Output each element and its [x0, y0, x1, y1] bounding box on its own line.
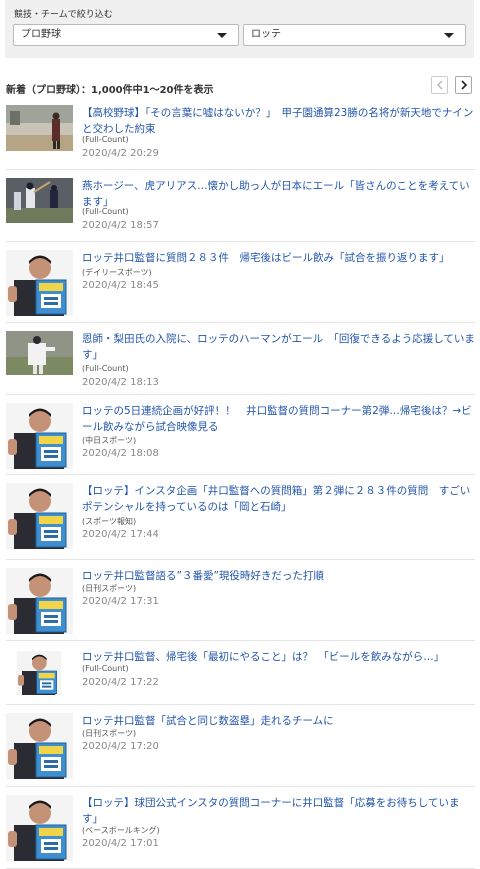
news-item[interactable]: 【ロッテ】インスタ企画「井口監督への質問箱」第２弾に２８３件の質問 すごいポテン… — [6, 475, 475, 560]
news-thumbnail[interactable] — [6, 483, 73, 549]
news-thumbnail[interactable] — [6, 795, 73, 861]
news-date: 2020/4/2 18:57 — [82, 220, 159, 231]
filter-title: 競技・チームで絞り込む — [14, 10, 113, 20]
news-thumbnail[interactable] — [6, 178, 73, 223]
news-item[interactable]: 燕ホージー、虎アリアス…懐かし助っ人が日本にエール「皆さんのことを考えています」… — [6, 170, 475, 242]
news-thumbnail[interactable] — [6, 403, 73, 469]
news-headline-link[interactable]: ロッテ井口監督に質問２８３件 帰宅後はビール飲み「試合を振り返ります」 — [82, 250, 475, 266]
news-source: (スポーツ報知) — [82, 517, 137, 526]
news-item[interactable]: ロッテ井口監督語る”３番愛”現役時好きだった打順 (日刊スポーツ) 2020/4/2… — [6, 560, 475, 641]
news-date: 2020/4/2 17:01 — [82, 838, 159, 849]
news-date: 2020/4/2 18:08 — [82, 448, 159, 459]
news-source: (Full-Count) — [82, 207, 129, 216]
news-item[interactable]: ロッテの5日連続企画が好評！！ 井口監督の質問コーナー第2弾…帰宅後は？→ビール… — [6, 395, 475, 475]
news-headline-link[interactable]: 恩師・梨田氏の入院に、ロッテのハーマンがエール 「回復できるよう応援しています」 — [82, 331, 475, 363]
prev-page-button[interactable] — [431, 76, 448, 94]
next-page-button[interactable] — [455, 76, 472, 94]
news-source: (日刊スポーツ) — [82, 584, 137, 593]
news-date: 2020/4/2 17:44 — [82, 529, 159, 540]
news-headline-link[interactable]: 【ロッテ】球団公式インスタの質問コーナーに井口監督「応募をお待ちしています」 — [82, 795, 475, 827]
news-item[interactable]: 【高校野球】「その言葉に嘘はないか？」 甲子園通算23勝の名将が新天地でナインと… — [6, 97, 475, 170]
sport-select[interactable]: プロ野球 — [13, 24, 239, 46]
filter-panel: 競技・チームで絞り込む プロ野球 ロッテ — [5, 0, 474, 58]
chevron-right-icon — [460, 80, 467, 90]
news-date: 2020/4/2 20:29 — [82, 148, 159, 159]
news-thumbnail[interactable] — [6, 250, 73, 316]
news-source: (デイリースポーツ) — [82, 268, 152, 277]
news-headline-link[interactable]: ロッテ井口監督「試合と同じ数盗塁」走れるチームに — [82, 713, 475, 729]
news-source: (日刊スポーツ) — [82, 729, 137, 738]
news-item[interactable]: ロッテ井口監督「試合と同じ数盗塁」走れるチームに (日刊スポーツ) 2020/4/2… — [6, 705, 475, 787]
news-source: (中日スポーツ) — [82, 436, 137, 445]
caret-down-icon — [444, 33, 454, 38]
news-thumbnail[interactable] — [6, 331, 73, 375]
news-source: (Full-Count) — [82, 664, 129, 673]
news-headline-link[interactable]: ロッテ井口監督語る”３番愛”現役時好きだった打順 — [82, 568, 475, 584]
news-date: 2020/4/2 18:45 — [82, 280, 159, 291]
news-date: 2020/4/2 17:22 — [82, 677, 159, 688]
news-headline-link[interactable]: 【高校野球】「その言葉に嘘はないか？」 甲子園通算23勝の名将が新天地でナインと… — [82, 105, 475, 137]
news-thumbnail[interactable] — [6, 105, 73, 151]
team-select[interactable]: ロッテ — [243, 24, 466, 46]
news-source: (Full-Count) — [82, 135, 129, 144]
news-item[interactable]: ロッテ井口監督、帰宅後「最初にやること」は？ 「ビールを飲みながら…」 (Full… — [6, 641, 475, 705]
news-headline-link[interactable]: 燕ホージー、虎アリアス…懐かし助っ人が日本にエール「皆さんのことを考えています」 — [82, 178, 475, 210]
news-headline-link[interactable]: ロッテ井口監督、帰宅後「最初にやること」は？ 「ビールを飲みながら…」 — [82, 649, 475, 665]
news-thumbnail[interactable] — [16, 651, 62, 695]
results-summary: 新着（プロ野球）：1,000件中1～20件を表示 — [6, 85, 214, 96]
news-headline-link[interactable]: ロッテの5日連続企画が好評！！ 井口監督の質問コーナー第2弾…帰宅後は？→ビール… — [82, 403, 475, 435]
news-date: 2020/4/2 17:31 — [82, 596, 159, 607]
news-headline-link[interactable]: 【ロッテ】インスタ企画「井口監督への質問箱」第２弾に２８３件の質問 すごいポテン… — [82, 483, 475, 515]
team-select-value: ロッテ — [251, 29, 281, 40]
caret-down-icon — [217, 33, 227, 38]
news-thumbnail[interactable] — [6, 568, 73, 634]
news-item[interactable]: 【ロッテ】球団公式インスタの質問コーナーに井口監督「応募をお待ちしています」 (ベ… — [6, 787, 475, 869]
sport-select-value: プロ野球 — [21, 29, 61, 40]
news-source: (ベースボールキング) — [82, 826, 160, 835]
news-date: 2020/4/2 18:13 — [82, 377, 159, 388]
news-item[interactable]: 恩師・梨田氏の入院に、ロッテのハーマンがエール 「回復できるよう応援しています」… — [6, 323, 475, 395]
news-source: (Full-Count) — [82, 364, 129, 373]
chevron-left-icon — [436, 80, 443, 90]
news-thumbnail[interactable] — [6, 713, 73, 779]
news-date: 2020/4/2 17:20 — [82, 741, 159, 752]
news-item[interactable]: ロッテ井口監督に質問２８３件 帰宅後はビール飲み「試合を振り返ります」 (デイリー… — [6, 242, 475, 323]
